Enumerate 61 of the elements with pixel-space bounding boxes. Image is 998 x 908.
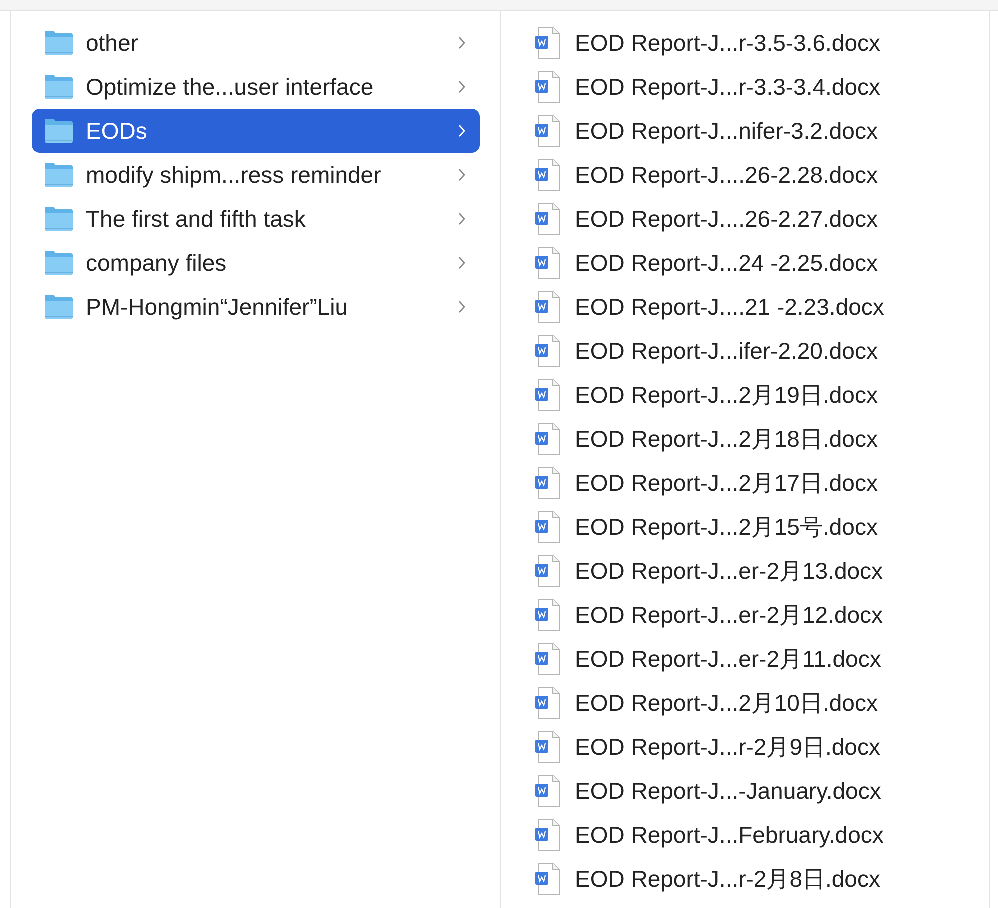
word-document-icon — [535, 687, 561, 719]
word-document-icon — [535, 71, 561, 103]
file-item[interactable]: EOD Report-J...2月18日.docx — [535, 417, 989, 461]
folder-icon — [44, 294, 74, 320]
word-document-icon — [535, 27, 561, 59]
folder-item[interactable]: company files — [32, 241, 480, 285]
file-item[interactable]: EOD Report-J...r-3.3-3.4.docx — [535, 65, 989, 109]
folder-item[interactable]: The first and fifth task — [32, 197, 480, 241]
word-document-icon — [535, 643, 561, 675]
file-item[interactable]: EOD Report-J...2月19日.docx — [535, 373, 989, 417]
file-item[interactable]: EOD Report-J....26-2.27.docx — [535, 197, 989, 241]
chevron-icon — [458, 300, 466, 314]
file-item[interactable]: EOD Report-J...24 -2.25.docx — [535, 241, 989, 285]
word-document-icon — [535, 731, 561, 763]
file-item[interactable]: EOD Report-J...er-2月11.docx — [535, 637, 989, 681]
folder-icon — [44, 30, 74, 56]
file-item[interactable]: EOD Report-J...2月10日.docx — [535, 681, 989, 725]
word-document-icon — [535, 115, 561, 147]
file-item[interactable]: EOD Report-J...-January.docx — [535, 769, 989, 813]
word-document-icon — [535, 511, 561, 543]
folder-item[interactable]: PM-Hongmin“Jennifer”Liu — [32, 285, 480, 329]
word-document-icon — [535, 159, 561, 191]
file-item[interactable]: EOD Report-J...nifer-3.2.docx — [535, 109, 989, 153]
word-document-icon — [535, 599, 561, 631]
file-item[interactable]: EOD Report-J...r-2月9日.docx — [535, 725, 989, 769]
chevron-icon — [458, 212, 466, 226]
file-item[interactable]: EOD Report-J....26-2.28.docx — [535, 153, 989, 197]
file-item[interactable]: EOD Report-J...2月15号.docx — [535, 505, 989, 549]
folder-icon — [44, 250, 74, 276]
chevron-icon — [458, 80, 466, 94]
word-document-icon — [535, 775, 561, 807]
folder-item[interactable]: other — [32, 21, 480, 65]
chevron-icon — [458, 36, 466, 50]
file-item[interactable]: EOD Report-J...er-2月13.docx — [535, 549, 989, 593]
file-item[interactable]: EOD Report-J....21 -2.23.docx — [535, 285, 989, 329]
chevron-icon — [458, 124, 466, 138]
chevron-icon — [458, 168, 466, 182]
chevron-icon — [458, 256, 466, 270]
word-document-icon — [535, 819, 561, 851]
word-document-icon — [535, 467, 561, 499]
word-document-icon — [535, 203, 561, 235]
word-document-icon — [535, 863, 561, 895]
folder-item[interactable]: Optimize the...user interface — [32, 65, 480, 109]
word-document-icon — [535, 335, 561, 367]
word-document-icon — [535, 379, 561, 411]
folder-icon — [44, 118, 74, 144]
file-item[interactable]: EOD Report-J...er-2月12.docx — [535, 593, 989, 637]
folder-item[interactable]: modify shipm...ress reminder — [32, 153, 480, 197]
word-document-icon — [535, 291, 561, 323]
word-document-icon — [535, 555, 561, 587]
file-item[interactable]: EOD Report-J...February.docx — [535, 813, 989, 857]
file-item[interactable]: EOD Report-J...r-2月8日.docx — [535, 857, 989, 901]
file-item[interactable]: EOD Report-J...r-3.5-3.6.docx — [535, 21, 989, 65]
word-document-icon — [535, 247, 561, 279]
file-item[interactable]: EOD Report-J...ifer-2.20.docx — [535, 329, 989, 373]
folder-item[interactable]: EODs — [32, 109, 480, 153]
folder-icon — [44, 206, 74, 232]
folder-icon — [44, 74, 74, 100]
file-item[interactable]: EOD Report-J...2月17日.docx — [535, 461, 989, 505]
folder-icon — [44, 162, 74, 188]
word-document-icon — [535, 423, 561, 455]
